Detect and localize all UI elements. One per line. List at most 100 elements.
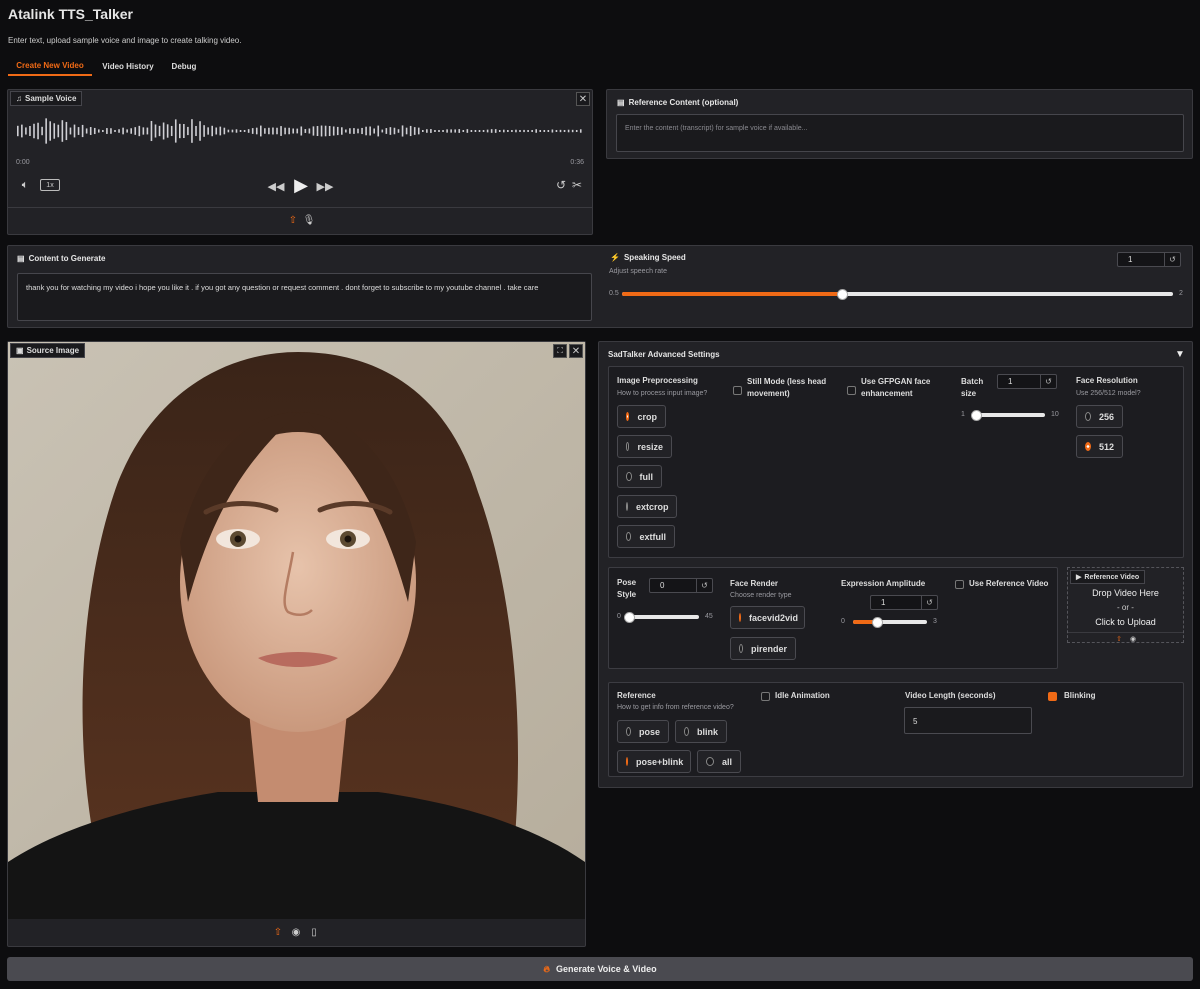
waveform-bar [227,129,230,133]
speaking-speed-slider[interactable] [622,288,1173,300]
tab-video-history[interactable]: Video History [98,56,158,76]
waveform-bar [33,123,35,139]
volume-icon[interactable]: 🔈︎ [18,178,32,192]
waveform-bar [478,130,481,132]
webcam-icon[interactable]: ◉ [290,926,302,938]
speed-max: 2 [1179,290,1183,297]
playback-speed-button[interactable]: 1x [40,179,60,191]
video-length-label: Video Length (seconds) [905,691,996,700]
fullscreen-icon[interactable]: ⛶ [553,344,567,358]
upload-icon[interactable]: ⇧ [1114,635,1124,643]
radio-extcrop[interactable]: extcrop [617,495,677,518]
close-icon[interactable]: ✕ [576,92,590,106]
waveform-bar [102,129,104,133]
radio-dot [626,532,632,541]
upload-icon[interactable]: ⇧ [272,926,284,938]
waveform-bar [543,130,546,132]
waveform-bar [130,128,132,134]
batch-size-number[interactable]: 1 ↺ [997,374,1057,389]
waveform-bar [114,130,116,132]
slider-thumb[interactable] [871,616,883,628]
idle-animation-checkbox[interactable] [761,692,770,701]
radio-all[interactable]: all [697,750,741,773]
video-length-input[interactable]: 5 [904,707,1032,734]
microphone-icon[interactable]: 🎙︎ [303,214,316,226]
radio-pose-blink[interactable]: pose+blink [617,750,691,773]
waveform-bar [405,127,408,135]
reference-video-upload[interactable]: ▶ Reference Video Drop Video Here - or -… [1067,567,1184,643]
blinking-checkbox[interactable] [1048,692,1057,701]
waveform-bar [523,129,525,133]
radio-pose[interactable]: pose [617,720,669,743]
waveform-bar [284,127,286,135]
waveform-bar [567,129,570,133]
speaking-speed-number[interactable]: 1 ↺ [1117,252,1181,267]
reset-icon[interactable]: ↺ [696,579,712,592]
reset-icon[interactable]: ↺ [1164,253,1180,266]
waveform-bar [466,129,469,133]
batch-size-slider[interactable] [971,409,1045,421]
radio-full[interactable]: full [617,465,662,488]
use-reference-video-checkbox[interactable] [955,580,964,589]
radio-pose-blink-label: pose+blink [636,756,684,767]
waveform-bar [61,120,64,142]
pose-style-number[interactable]: 0 ↺ [649,578,713,593]
radio-extfull[interactable]: extfull [617,525,675,548]
expression-amplitude-slider[interactable] [853,616,927,628]
waveform-bar [288,127,290,135]
fast-forward-icon[interactable]: ▶▶ [316,178,334,194]
tab-debug[interactable]: Debug [164,56,204,76]
clipboard-icon[interactable]: ▯ [308,926,320,938]
waveform-bar [231,129,234,133]
content-to-generate-input[interactable]: thank you for watching my video i hope y… [17,273,592,321]
slider-thumb[interactable] [836,288,848,300]
waveform-bar [65,121,68,141]
play-icon[interactable]: ▶ [291,174,311,196]
rewind-icon[interactable]: ◀◀ [267,178,285,194]
webcam-icon[interactable]: ◉ [1128,635,1138,643]
radio-facevid2vid[interactable]: facevid2vid [730,606,805,629]
waveform-bar [162,122,165,140]
radio-dot [626,442,630,451]
still-mode-checkbox[interactable] [733,386,742,395]
waveform[interactable] [16,116,584,146]
reference-video-label: Reference Video [1084,573,1140,581]
reset-icon[interactable]: ↺ [1040,375,1056,388]
waveform-bar [462,130,465,132]
undo-icon[interactable]: ↺ [554,178,568,192]
advanced-settings-panel: SadTalker Advanced Settings ▼ Image Prep… [598,341,1193,788]
app-subtitle: Enter text, upload sample voice and imag… [8,36,242,45]
tab-create-new-video[interactable]: Create New Video [8,56,92,76]
gfpgan-checkbox[interactable] [847,386,856,395]
pose-style-value: 0 [660,581,665,590]
radio-256[interactable]: 256 [1076,405,1123,428]
radio-resize[interactable]: resize [617,435,672,458]
collapse-triangle-icon[interactable]: ▼ [1174,348,1186,360]
slider-thumb[interactable] [623,611,635,623]
radio-crop[interactable]: crop [617,405,666,428]
scissors-icon[interactable]: ✂ [570,178,584,192]
content-to-generate-label: Content to Generate [28,254,106,263]
radio-crop-label: crop [637,411,657,422]
radio-512[interactable]: 512 [1076,435,1123,458]
radio-all-label: all [721,756,732,767]
pose-style-slider[interactable] [623,611,699,623]
generate-button[interactable]: 🔥︎ Generate Voice & Video [7,957,1193,981]
waveform-bar [450,129,452,133]
waveform-bar [21,124,23,138]
waveform-bar [498,130,501,132]
expression-amplitude-number[interactable]: 1 ↺ [870,595,938,610]
radio-blink[interactable]: blink [675,720,727,743]
click-to-upload-text: Click to Upload [1095,617,1156,627]
slider-thumb[interactable] [971,409,983,421]
upload-icon[interactable]: ⇧ [287,214,299,226]
reference-content-input[interactable]: Enter the content (transcript) for sampl… [616,114,1184,152]
waveform-bar [195,125,197,137]
radio-pirender[interactable]: pirender [730,637,796,660]
advanced-settings-title[interactable]: SadTalker Advanced Settings [608,350,720,359]
waveform-bar [482,130,485,132]
waveform-bar [539,130,542,132]
close-icon[interactable]: ✕ [569,344,583,358]
reset-icon[interactable]: ↺ [921,596,937,609]
or-text: - or - [1117,603,1134,612]
